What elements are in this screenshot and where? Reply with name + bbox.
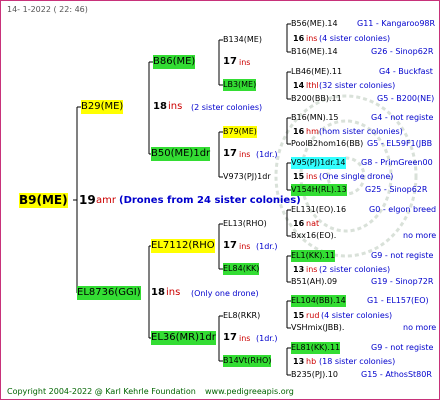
queen-el13rho[interactable]: EL13(RHO)	[223, 218, 267, 230]
gen1-remark: (Drones from 24 sister colonies)	[119, 195, 301, 206]
breeder-g19: G19 - Sinop72R	[371, 277, 434, 286]
queen-el1kk11[interactable]: EL1(KK).11	[291, 250, 336, 262]
gen3-1-year: 17	[223, 148, 237, 159]
gen5-22-info: hb	[306, 357, 317, 366]
pedigree-frame: 14- 1-2022 ( 22: 46) B9(ME) 19 amr (Dron…	[0, 0, 440, 400]
queen-b56me14[interactable]: B56(ME).14	[291, 18, 338, 30]
gen2-0-remark: (2 sister colonies)	[191, 103, 263, 112]
copyright-text: Copyright 2004-2022 @ Karl Kehrle Founda…	[7, 387, 196, 396]
gen3-1-remark: (1dr.)	[256, 150, 278, 159]
gen1-year: 19	[79, 193, 96, 207]
gen5-10-info: ins	[306, 172, 318, 181]
gen5-4-info: lthl	[306, 81, 319, 90]
gen5-7-year: 16	[293, 127, 305, 136]
gen2-1-year: 18	[151, 287, 165, 298]
gen3-2-year: 17	[223, 240, 237, 251]
queen-b235pj10[interactable]: B235(PJ).10	[291, 369, 338, 381]
breeder-g9-b: G9 - not registe	[371, 343, 434, 352]
gen2-0-info: ins	[168, 101, 183, 112]
gen2-1-remark: (Only one drone)	[191, 289, 259, 298]
gen3-3-year: 17	[223, 332, 237, 343]
gen5-16-year: 13	[293, 265, 305, 274]
queen-b16me14[interactable]: B16(ME).14	[291, 46, 338, 58]
queen-el8rkr[interactable]: EL8(RKR)	[223, 310, 260, 322]
gen5-7-info: hm	[306, 127, 319, 136]
queen-el131eo16[interactable]: EL131(EO).16	[291, 204, 346, 216]
queen-v95pj1dr14[interactable]: V95(PJ)1dr.14	[291, 157, 346, 169]
gen2-0-year: 18	[153, 101, 167, 112]
queen-b16mn15[interactable]: B16(MN).15	[291, 112, 339, 124]
gen5-1-remark: (4 sister colonies)	[319, 34, 391, 43]
gen5-19-remark: (4 sister colonies)	[321, 311, 393, 320]
queen-el104bb14[interactable]: EL104(BB).14	[291, 295, 346, 307]
breeder-nomore-2: no more	[403, 323, 437, 332]
queen-b9me[interactable]: B9(ME)	[19, 193, 68, 208]
queen-b50me1dr[interactable]: B50(ME)1dr	[151, 147, 211, 161]
gen4-0-year: 17	[223, 56, 237, 67]
queen-v154hrl13[interactable]: V154H(RL).13	[291, 184, 347, 196]
gen5-4-remark: (32 sister colonies)	[319, 81, 396, 90]
gen5-13-year: 16	[293, 219, 305, 228]
gen5-10-remark: (One single drone)	[319, 172, 394, 181]
gen5-22-year: 13	[293, 357, 305, 366]
gen5-13-info: nat	[306, 219, 320, 228]
gen3-2-remark: (1dr.)	[256, 242, 278, 251]
date-stamp: 14- 1-2022 ( 22: 46)	[7, 5, 88, 14]
queen-b86me[interactable]: B86(ME)	[153, 55, 196, 69]
gen5-10-year: 15	[293, 172, 305, 181]
site-link[interactable]: www.pedigreeapis.org	[205, 386, 294, 398]
breeder-g5-el59f1: G5 - EL59F1(JBB	[367, 139, 433, 148]
queen-el7112rho[interactable]: EL7112(RHO	[151, 239, 215, 253]
queen-bxx16eo[interactable]: Bxx16(EO).	[291, 230, 336, 242]
queen-el84kk[interactable]: EL84(KK)	[223, 263, 260, 275]
gen3-1-info: ins	[239, 150, 251, 159]
queen-b200bb11[interactable]: B200(BB).11	[291, 93, 342, 105]
breeder-g1: G1 - EL157(EO)	[367, 296, 429, 305]
queen-b51ah09[interactable]: B51(AH).09	[291, 276, 337, 288]
queen-v973pj1dr[interactable]: V973(PJ)1dr	[223, 171, 271, 183]
queen-lb46me11[interactable]: LB46(ME).11	[291, 66, 342, 78]
gen5-16-remark: (2 sister colonies)	[319, 265, 391, 274]
queen-vshmixjbb[interactable]: VSHmix(JBB).	[291, 322, 344, 334]
queen-el8736ggi[interactable]: EL8736(GGI)	[77, 286, 141, 300]
breeder-g8: G8 - PrimGreen00	[361, 158, 433, 167]
breeder-g0: G0 - elgon breed	[369, 205, 437, 214]
queen-el81kk11[interactable]: EL81(KK).11	[291, 342, 341, 354]
breeder-g5-b200: G5 - B200(NE)	[377, 94, 435, 103]
gen4-0-info: ins	[239, 58, 251, 67]
gen5-22-remark: (18 sister colonies)	[319, 357, 396, 366]
gen5-19-info: rud	[306, 311, 320, 320]
breeder-g15: G15 - AthosSt80R	[361, 370, 432, 379]
breeder-g26: G26 - Sinop62R	[371, 47, 434, 56]
gen3-3-info: ins	[239, 334, 251, 343]
queen-lb3me[interactable]: LB3(ME)	[223, 79, 257, 91]
breeder-g25: G25 - Sinop62R	[365, 185, 428, 194]
queen-b29me[interactable]: B29(ME)	[81, 100, 124, 114]
gen2-1-info: ins	[166, 287, 181, 298]
gen5-19-year: 15	[293, 311, 305, 320]
breeder-g11: G11 - Kangaroo98R	[357, 19, 436, 28]
queen-b79me[interactable]: B79(ME)	[223, 126, 257, 138]
breeder-g9-a: G9 - not registe	[371, 251, 434, 260]
gen5-7-remark: (hom sister colonies)	[319, 127, 403, 136]
breeder-g4-buckfast: G4 - Buckfast	[379, 67, 433, 76]
gen5-4-year: 14	[293, 81, 305, 90]
queen-poolb2hom16bb[interactable]: PoolB2hom16(BB)	[291, 138, 363, 150]
gen3-2-info: ins	[239, 242, 251, 251]
queen-b14vtrho[interactable]: B14Vt(RHO)	[223, 355, 272, 367]
queen-b134me[interactable]: B134(ME)	[223, 34, 262, 46]
gen1-info: amr	[96, 195, 116, 206]
gen5-1-info: ins	[306, 34, 318, 43]
gen5-1-year: 16	[293, 34, 305, 43]
gen3-3-remark: (1dr.)	[256, 334, 278, 343]
queen-el36mr1dr[interactable]: EL36(MR)1dr	[151, 331, 216, 345]
gen5-16-info: ins	[306, 265, 318, 274]
breeder-nomore-1: no more	[403, 231, 437, 240]
breeder-g4-notreg: G4 - not registe	[371, 113, 434, 122]
